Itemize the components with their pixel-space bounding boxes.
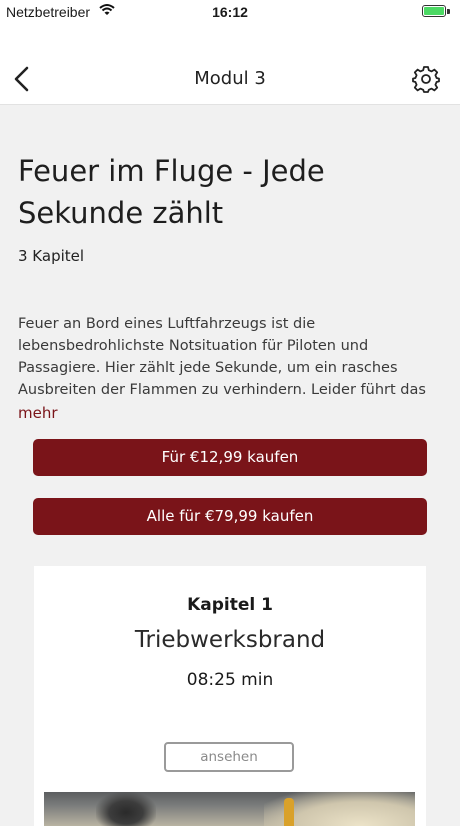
nav-title: Modul 3 [194, 68, 266, 89]
gear-icon[interactable] [412, 65, 440, 93]
navigation-bar: Modul 3 [0, 24, 460, 105]
chapter-duration: 08:25 min [186, 670, 274, 690]
status-bar: Netzbetreiber 16:12 [0, 0, 460, 24]
thumbnail-flame [284, 798, 294, 826]
chapter-title: Triebwerksbrand [134, 627, 326, 653]
chapter-thumbnail[interactable] [44, 792, 415, 826]
module-title: Feuer im Fluge - Jede Sekunde zählt [18, 154, 325, 230]
battery-tip [447, 9, 450, 14]
chapter-label: Kapitel 1 [187, 595, 273, 615]
status-time: 16:12 [212, 4, 248, 20]
buy-all-button[interactable]: Alle für €79,99 kaufen [33, 498, 427, 535]
more-link[interactable]: mehr [18, 404, 58, 422]
chapter-count: 3 Kapitel [18, 247, 85, 265]
view-button[interactable]: ansehen [164, 742, 294, 772]
battery-icon [422, 5, 446, 17]
module-description: Feuer an Bord eines Luftfahrzeugs ist di… [18, 316, 426, 398]
chapter-card: Kapitel 1 Triebwerksbrand 08:25 min anse… [34, 566, 426, 826]
buy-module-button[interactable]: Für €12,99 kaufen [33, 439, 427, 476]
thumbnail-smoke [96, 792, 156, 826]
